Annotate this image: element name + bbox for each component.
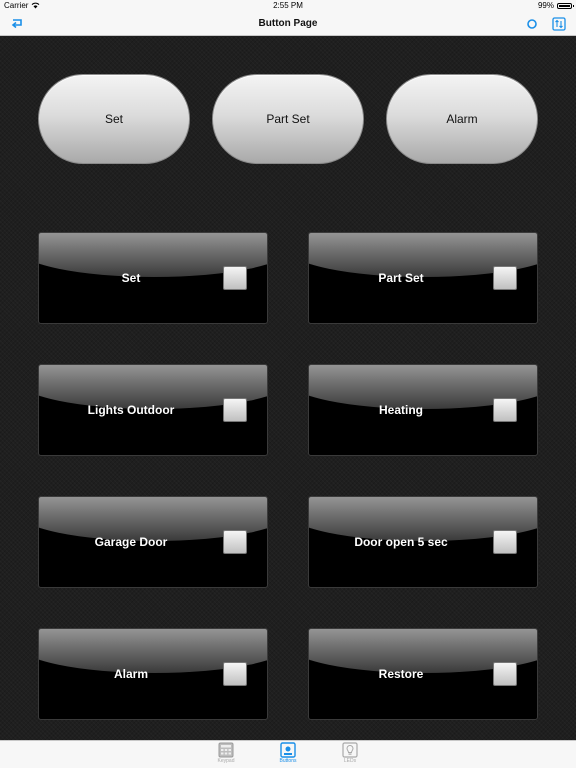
tile-indicator-box: [223, 662, 247, 686]
battery-icon: [557, 2, 574, 9]
tab-label: LEDs: [343, 758, 357, 764]
tile-button-set[interactable]: Set: [38, 232, 268, 324]
tile-button-restore[interactable]: Restore: [308, 628, 538, 720]
tile-label: Lights Outdoor: [87, 403, 175, 417]
circle-icon[interactable]: [526, 18, 538, 30]
tile-button-lights-outdoor[interactable]: Lights Outdoor: [38, 364, 268, 456]
battery-percent: 99%: [537, 1, 554, 10]
tile-label: Part Set: [378, 271, 424, 285]
tile-button-garage-door[interactable]: Garage Door: [38, 496, 268, 588]
tile-label: Set: [121, 271, 141, 285]
pill-button-alarm[interactable]: Alarm: [386, 74, 538, 164]
pill-button-label: Alarm: [446, 112, 478, 126]
status-bar: Carrier 2:55 PM 99%: [0, 0, 576, 12]
status-right: 99%: [537, 1, 574, 10]
tile-label: Alarm: [113, 667, 148, 681]
buttons-icon: [280, 742, 296, 758]
tile-indicator-box: [493, 662, 517, 686]
tab-label: Buttons: [279, 758, 297, 764]
swap-arrows-icon[interactable]: [552, 17, 566, 31]
tile-label: Restore: [378, 667, 424, 681]
tile-indicator-box: [223, 266, 247, 290]
tile-label: Door open 5 sec: [354, 535, 448, 549]
tile-indicator-box: [223, 530, 247, 554]
keypad-icon: [218, 742, 234, 758]
led-icon: [342, 742, 358, 758]
pill-button-label: Set: [104, 112, 123, 126]
tab-bar: Keypad Buttons LEDs: [0, 740, 576, 768]
tile-label: Heating: [378, 403, 423, 417]
tab-keypad[interactable]: Keypad: [206, 741, 246, 768]
tile-indicator-box: [493, 398, 517, 422]
tab-buttons[interactable]: Buttons: [268, 741, 308, 768]
tile-button-heating[interactable]: Heating: [308, 364, 538, 456]
tile-indicator-box: [493, 530, 517, 554]
nav-bar: Button Page: [0, 12, 576, 36]
button-page-content: Set Part Set Alarm Set Part Set Lights O…: [0, 36, 576, 740]
tile-button-alarm[interactable]: Alarm: [38, 628, 268, 720]
tile-button-part-set[interactable]: Part Set: [308, 232, 538, 324]
tab-leds[interactable]: LEDs: [330, 741, 370, 768]
tab-label: Keypad: [217, 758, 235, 764]
tile-indicator-box: [223, 398, 247, 422]
tile-button-door-open-5-sec[interactable]: Door open 5 sec: [308, 496, 538, 588]
tile-label: Garage Door: [94, 535, 168, 549]
page-title: Button Page: [258, 18, 318, 29]
pill-button-set[interactable]: Set: [38, 74, 190, 164]
pill-button-label: Part Set: [266, 112, 310, 126]
pill-button-part-set[interactable]: Part Set: [212, 74, 364, 164]
tile-indicator-box: [493, 266, 517, 290]
status-time: 2:55 PM: [273, 1, 303, 10]
